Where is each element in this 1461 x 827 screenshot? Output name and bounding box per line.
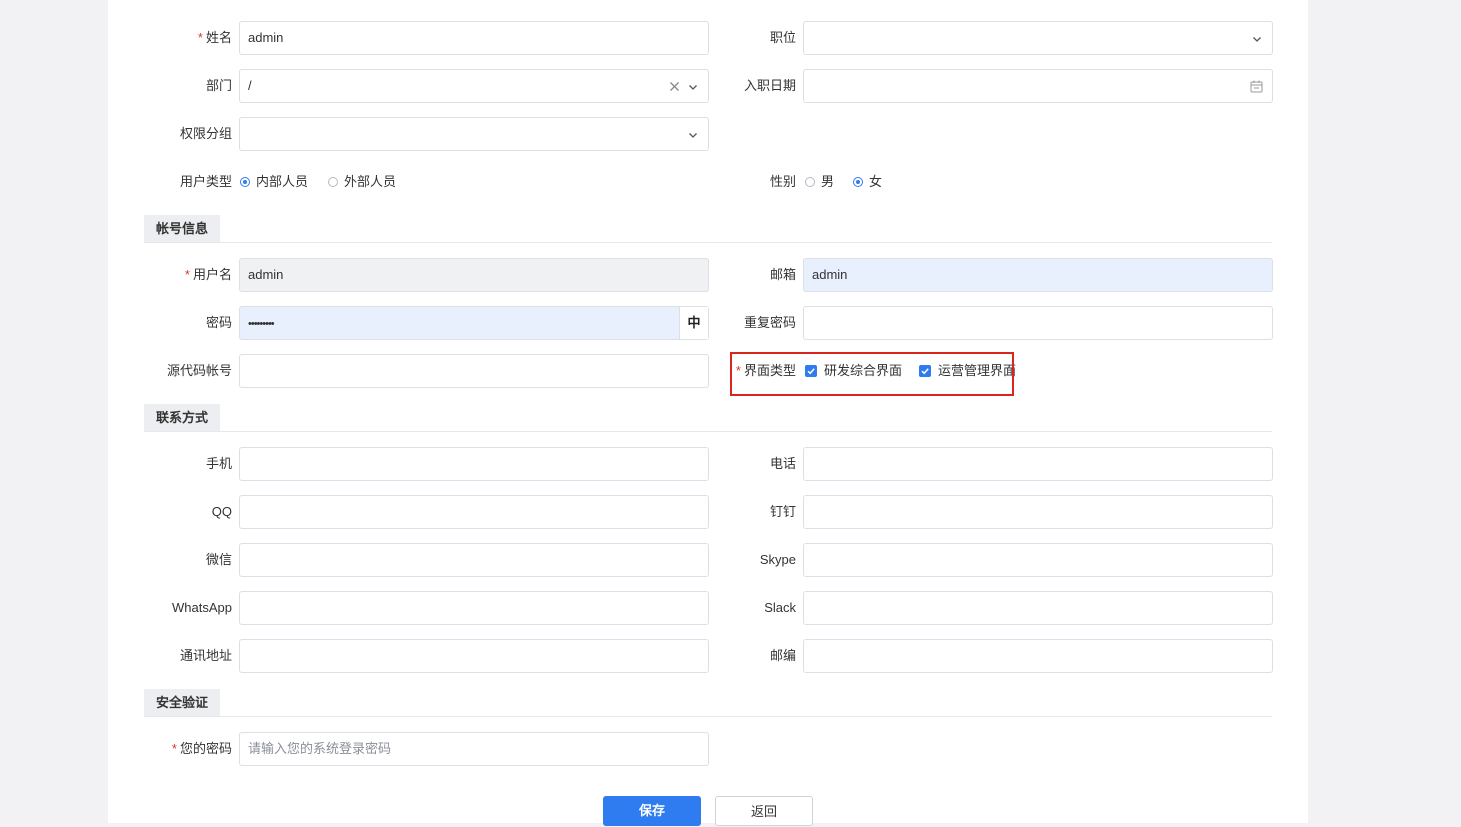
phone-input[interactable]: [803, 447, 1273, 481]
radio-unchecked-icon: [805, 176, 815, 187]
user-type-label: 用户类型: [179, 174, 232, 189]
user-edit-form: * 姓名 admin 职位 部门 / 入职日期 权限分组 用户类型 内部人员 外部…: [108, 0, 1308, 826]
save-button[interactable]: 保存: [603, 796, 701, 826]
user-type-internal-radio[interactable]: 内部人员: [240, 165, 308, 199]
repeat-password-input[interactable]: [803, 306, 1273, 340]
radio-unchecked-icon: [328, 176, 338, 187]
dingtalk-label: 钉钉: [769, 504, 796, 519]
security-section-header: 安全验证: [144, 689, 1272, 717]
wechat-label: 微信: [205, 552, 232, 567]
dingtalk-input[interactable]: [803, 495, 1273, 529]
email-input[interactable]: admin: [803, 258, 1273, 292]
zipcode-input[interactable]: [803, 639, 1273, 673]
back-button[interactable]: 返回: [715, 796, 813, 826]
account-section-header: 帐号信息: [144, 215, 1272, 243]
email-label: 邮箱: [769, 267, 796, 282]
slack-input[interactable]: [803, 591, 1273, 625]
gender-male-radio[interactable]: 男: [805, 165, 834, 199]
position-label: 职位: [769, 30, 796, 45]
address-label: 通讯地址: [179, 648, 232, 663]
permission-group-select[interactable]: [239, 117, 709, 151]
whatsapp-label: WhatsApp: [172, 600, 232, 615]
password-label: 密码: [205, 315, 232, 330]
your-password-input[interactable]: 请输入您的系统登录密码: [239, 732, 709, 766]
radio-checked-icon: [240, 176, 250, 187]
permission-group-label: 权限分组: [179, 126, 232, 141]
ui-type-highlight-box: [730, 352, 1014, 396]
name-label: * 姓名: [197, 30, 232, 45]
chevron-down-icon: [688, 118, 698, 150]
gender-label: 性别: [769, 174, 796, 189]
position-select[interactable]: [803, 21, 1273, 55]
gender-female-radio[interactable]: 女: [853, 165, 882, 199]
hire-date-input[interactable]: [803, 69, 1273, 103]
phone-label: 电话: [769, 456, 796, 471]
radio-checked-icon: [853, 176, 863, 187]
username-label: * 用户名: [184, 267, 232, 282]
calendar-icon[interactable]: [1250, 70, 1263, 102]
mobile-label: 手机: [205, 456, 232, 471]
zipcode-label: 邮编: [769, 648, 796, 663]
chevron-down-icon: [1252, 22, 1262, 54]
user-type-external-radio[interactable]: 外部人员: [328, 165, 396, 199]
skype-input[interactable]: [803, 543, 1273, 577]
skype-label: Skype: [759, 552, 796, 567]
hire-date-label: 入职日期: [743, 78, 796, 93]
contact-section-header: 联系方式: [144, 404, 1272, 432]
slack-label: Slack: [764, 600, 796, 615]
repeat-password-label: 重复密码: [743, 315, 796, 330]
source-account-label: 源代码帐号: [166, 363, 232, 378]
your-password-label: * 您的密码: [171, 741, 232, 756]
qq-label: QQ: [211, 504, 232, 519]
department-label: 部门: [205, 78, 232, 93]
